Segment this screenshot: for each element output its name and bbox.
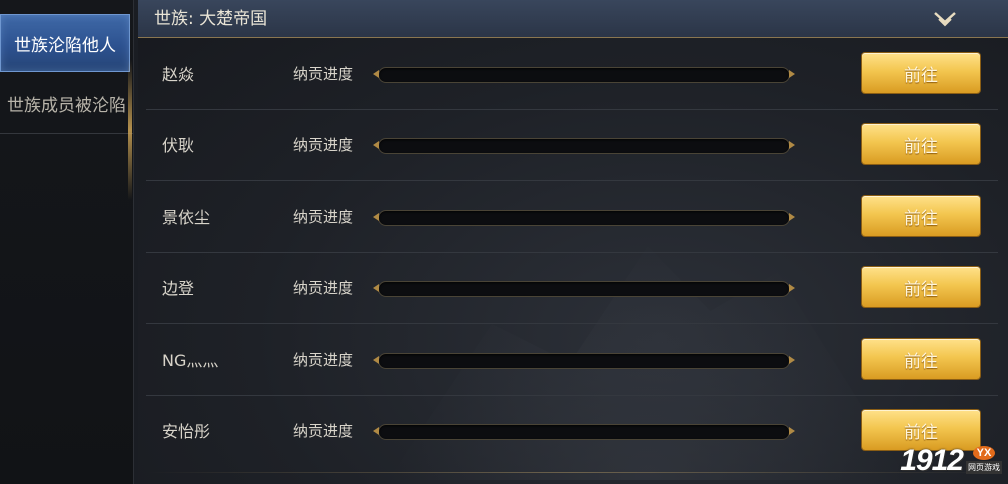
tab-conquer-others[interactable]: 世族沦陷他人: [0, 14, 130, 72]
tribute-label: 纳贡进度: [293, 279, 354, 297]
list-item: 安怡彤 纳贡进度 前往: [146, 396, 998, 467]
tribute-progress-bar: [378, 210, 790, 226]
watermark-subtitle: 网页游戏: [966, 461, 1002, 474]
clan-header[interactable]: 世族: 大楚帝国: [138, 0, 1008, 38]
tribute-label: 纳贡进度: [293, 208, 354, 226]
go-button[interactable]: 前往: [862, 267, 980, 307]
member-name: 伏耿: [162, 136, 195, 155]
site-watermark-logo: 1912 YX 网页游戏: [900, 442, 1002, 478]
chevron-down-icon[interactable]: [932, 10, 958, 28]
member-name: 景依尘: [162, 208, 211, 227]
sidebar: 世族沦陷他人 世族成员被沦陷: [0, 0, 134, 484]
tribute-progress-bar: [378, 138, 790, 154]
list-item: 景依尘 纳贡进度 前往: [146, 182, 998, 253]
go-button[interactable]: 前往: [862, 124, 980, 164]
list-item: 边登 纳贡进度 前往: [146, 253, 998, 324]
member-name: 赵焱: [162, 65, 195, 84]
go-button[interactable]: 前往: [862, 196, 980, 236]
tribute-label: 纳贡进度: [293, 422, 354, 440]
sidebar-glow-divider: [128, 60, 132, 200]
go-button[interactable]: 前往: [862, 53, 980, 93]
tab-members-conquered[interactable]: 世族成员被沦陷: [0, 73, 133, 134]
tribute-progress-bar: [378, 353, 790, 369]
tribute-label: 纳贡进度: [293, 65, 354, 83]
list-bottom-divider: [146, 472, 998, 473]
member-name: NG灬灬: [162, 351, 219, 370]
clan-title: 世族: 大楚帝国: [154, 9, 268, 29]
member-name: 安怡彤: [162, 422, 211, 441]
watermark-badge-group: YX 网页游戏: [966, 446, 1002, 474]
watermark-number: 1912: [900, 444, 964, 477]
tribute-label: 纳贡进度: [293, 136, 354, 154]
watermark-badge: YX: [973, 446, 995, 460]
list-item: 伏耿 纳贡进度 前往: [146, 110, 998, 181]
go-button[interactable]: 前往: [862, 339, 980, 379]
member-name: 边登: [162, 279, 195, 298]
main-panel: 世族: 大楚帝国 赵焱 纳贡进度 前往 伏耿 纳贡进度 前往 景依尘 纳贡进度 …: [138, 0, 1008, 484]
tribute-progress-bar: [378, 67, 790, 83]
tribute-progress-bar: [378, 424, 790, 440]
tribute-label: 纳贡进度: [293, 351, 354, 369]
tribute-progress-bar: [378, 281, 790, 297]
list-item: NG灬灬 纳贡进度 前往: [146, 325, 998, 396]
list-item: 赵焱 纳贡进度 前往: [146, 39, 998, 110]
